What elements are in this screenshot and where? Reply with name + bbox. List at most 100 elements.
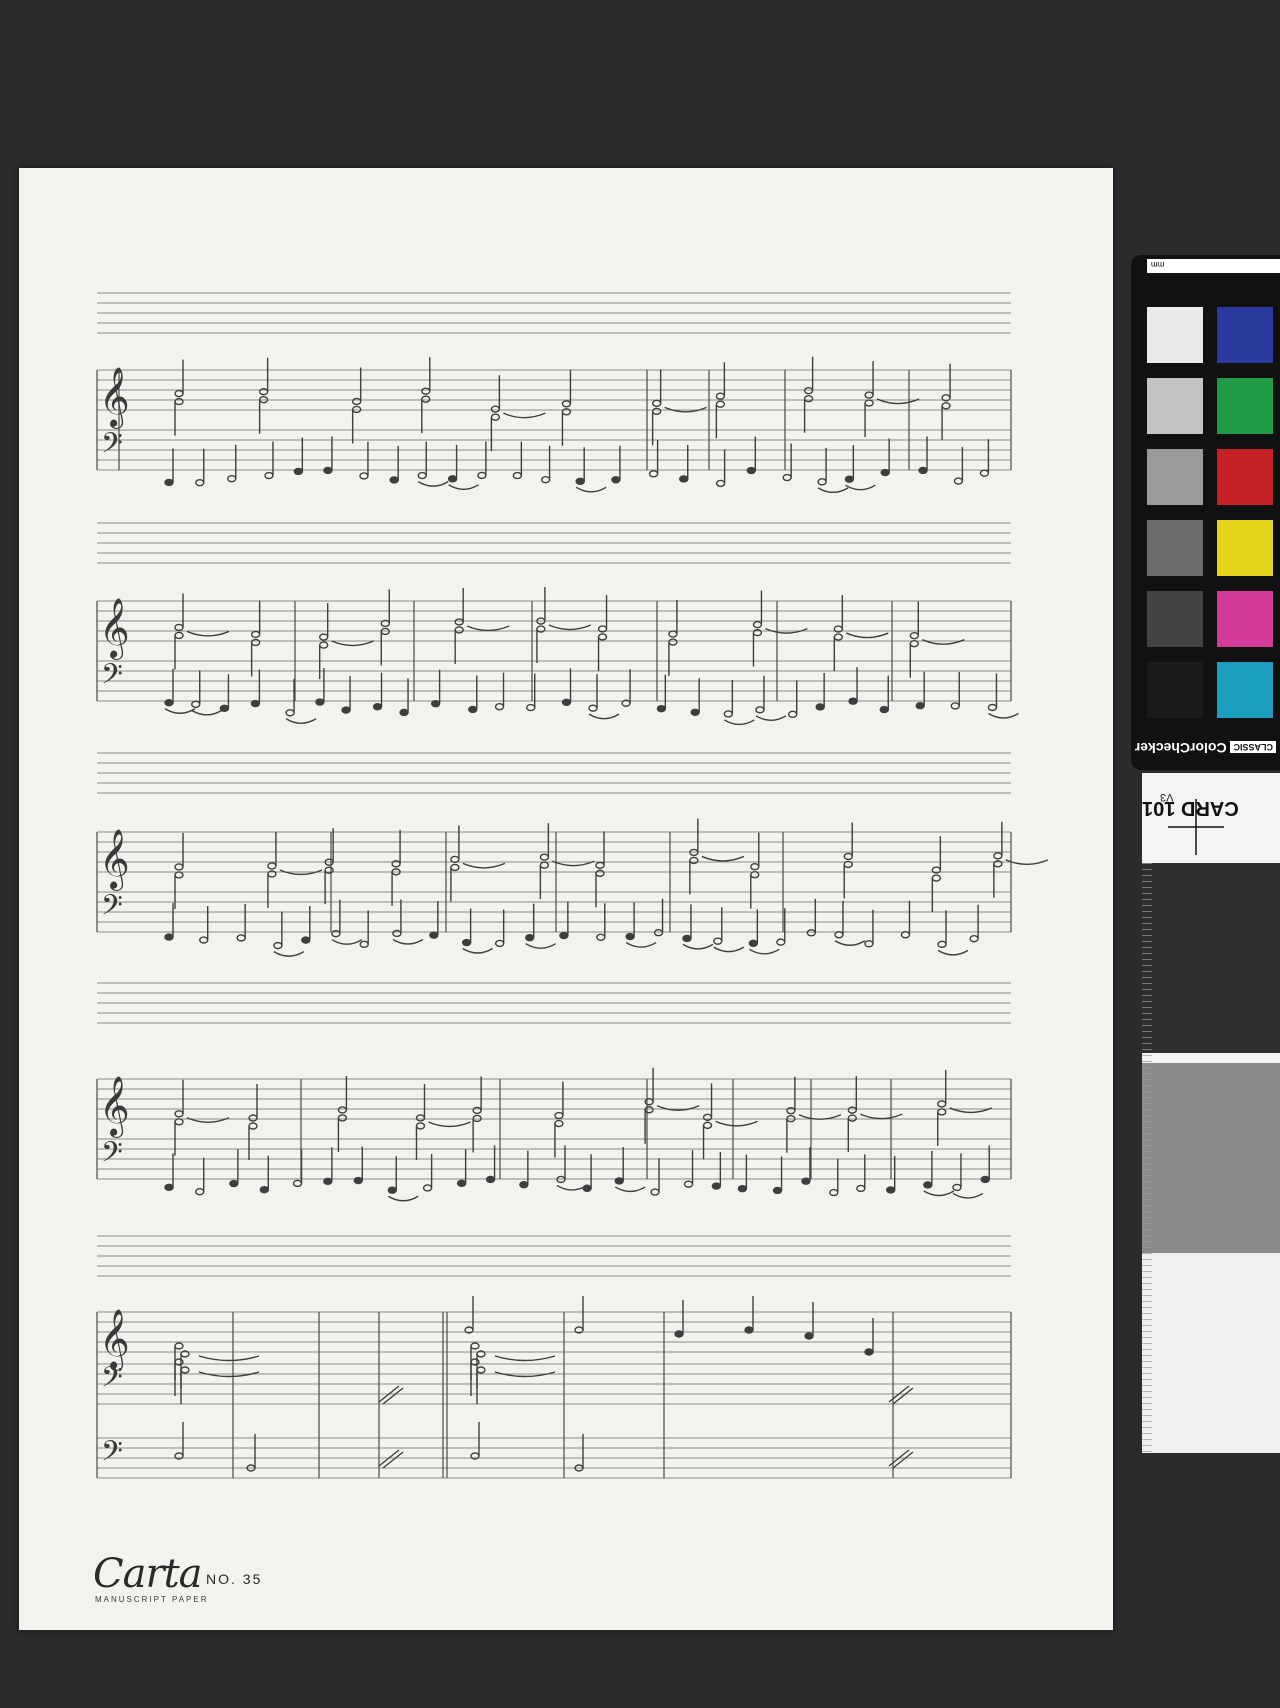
note-head (648, 470, 659, 478)
color-swatch (1147, 662, 1203, 718)
tie-mark (466, 625, 510, 632)
note-head (864, 1348, 874, 1356)
clef-symbol: 𝄢 (101, 427, 123, 467)
note-head (539, 861, 550, 869)
note-head (595, 861, 605, 870)
note-head (422, 1184, 433, 1192)
note-head (341, 706, 351, 714)
clef-symbol: 𝄞 (99, 367, 130, 429)
gray-card: CARD 101 V3 (1142, 773, 1280, 1453)
note-head (174, 863, 184, 871)
tie-mark (834, 940, 866, 946)
note-head (915, 702, 925, 710)
tie-mark (588, 713, 620, 720)
note-head (250, 630, 261, 639)
note-head (447, 475, 458, 483)
clef-symbol: 𝄞 (99, 598, 130, 660)
note-head (421, 395, 431, 403)
note-head (359, 940, 369, 949)
note-head (715, 400, 726, 408)
clef-symbol: 𝄞 (99, 829, 130, 891)
note-head (174, 623, 184, 632)
note-head (847, 1106, 858, 1114)
note-head (864, 399, 874, 407)
note-head (829, 1188, 839, 1197)
note-head (353, 1176, 363, 1185)
note-head (848, 697, 858, 705)
note-head (595, 869, 605, 878)
tie-mark (614, 1186, 646, 1193)
tie-mark (548, 624, 592, 631)
note-head (755, 706, 765, 714)
note-head (750, 863, 760, 871)
carta-logo: Carta MANUSCRIPT PAPER NO. 35 (93, 1551, 413, 1611)
note-head (199, 936, 209, 944)
clef-symbol: 𝄢 (101, 1435, 123, 1475)
note-head (415, 1114, 426, 1122)
note-head (267, 862, 277, 870)
note-head (174, 1118, 184, 1126)
note-head (248, 1122, 258, 1130)
note-head (351, 405, 362, 414)
note-head (918, 466, 928, 475)
note-head (909, 631, 919, 640)
note-head (597, 633, 608, 641)
note-head (337, 1106, 348, 1114)
tie-mark (846, 632, 889, 639)
note-head (952, 1183, 962, 1192)
tie-mark (656, 1105, 700, 1111)
note-head (476, 1366, 486, 1374)
color-swatch (1147, 449, 1203, 505)
note-head (588, 704, 598, 712)
tie-mark (462, 862, 506, 869)
note-head (953, 477, 964, 485)
note-head (387, 1186, 397, 1194)
note-head (625, 932, 635, 941)
note-head (415, 1122, 426, 1130)
note-head (856, 1184, 866, 1193)
note-head (843, 852, 853, 861)
note-head (337, 1114, 348, 1122)
note-head (941, 402, 951, 410)
note-head (644, 1106, 654, 1114)
tie-mark (164, 708, 196, 714)
note-head (539, 853, 550, 861)
note-head (292, 1179, 303, 1188)
note-head (782, 473, 792, 482)
color-swatch (1217, 591, 1273, 647)
tie-mark (937, 949, 969, 956)
note-head (477, 471, 487, 480)
note-head (472, 1114, 482, 1123)
note-head (417, 471, 427, 480)
note-head (804, 1332, 814, 1340)
manuscript-page: 𝄞 𝄢 𝄞 𝄢 𝄞 𝄢 𝄞 𝄢 𝄞 𝄢 𝄢 Carta MANUSCRIPT PAPER NO. 3… (19, 168, 1113, 1630)
note-head (526, 703, 536, 712)
tie-mark (923, 1190, 955, 1197)
note-head (372, 702, 383, 711)
note-head (715, 392, 726, 400)
note-head (174, 631, 184, 640)
note-head (931, 874, 942, 882)
note-head (191, 700, 201, 709)
checker-name: ColorChecker (1134, 740, 1227, 756)
note-head (900, 931, 911, 939)
note-head (923, 1181, 933, 1189)
note-head (987, 703, 998, 712)
mm-ruler: mm (1147, 259, 1280, 273)
tie-mark (331, 939, 363, 945)
note-head (879, 705, 889, 714)
note-head (993, 852, 1003, 860)
note-head (596, 933, 606, 941)
note-head (450, 863, 460, 872)
tie-mark (448, 484, 479, 491)
clef-symbol: 𝄢 (101, 889, 123, 929)
note-head (490, 413, 501, 421)
paper-number: NO. 35 (206, 1571, 263, 1587)
note-head (554, 1119, 564, 1128)
note-head (715, 479, 726, 488)
gray-patch-light (1142, 1253, 1280, 1453)
color-swatch (1147, 520, 1203, 576)
note-head (524, 933, 535, 942)
note-head (194, 1187, 205, 1196)
color-swatch (1217, 378, 1273, 434)
